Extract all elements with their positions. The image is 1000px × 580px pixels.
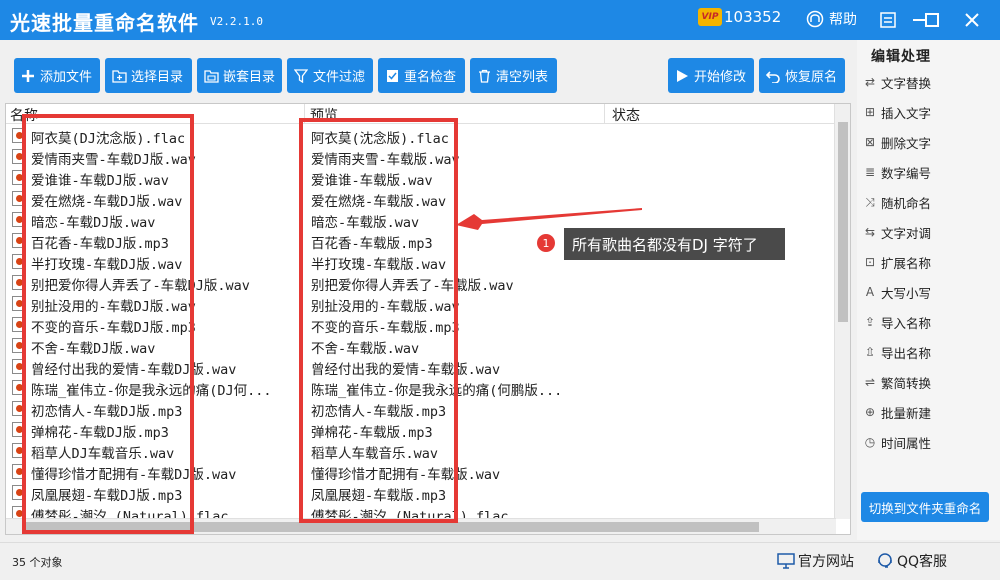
start-label: 开始修改 xyxy=(694,70,747,85)
export-icon: ⇫ xyxy=(864,345,876,359)
rename-check-label: 重名检查 xyxy=(404,70,457,85)
callout: 所有歌曲名都没有DJ 字符了 xyxy=(564,228,785,260)
trash-icon xyxy=(476,68,492,84)
convert-icon: ⇌ xyxy=(864,375,876,389)
nested-folder-icon xyxy=(203,68,219,84)
file-check-icon xyxy=(384,68,400,84)
panel-item-label: 数字编号 xyxy=(881,165,932,181)
panel-item-label: 删除文字 xyxy=(881,135,932,151)
status-bar: 35 个对象 官方网站 QQ客服 xyxy=(0,542,1000,580)
filter-label: 文件过滤 xyxy=(313,70,366,85)
panel-item-label: 繁简转换 xyxy=(881,375,932,391)
plus-icon xyxy=(20,68,36,84)
qq-support-label: QQ客服 xyxy=(897,554,948,570)
vip-id: 103352 xyxy=(724,8,782,26)
vip-account[interactable]: VIP 103352 xyxy=(698,8,781,26)
panel-item[interactable]: ⤨ 随机命名 xyxy=(862,191,931,213)
panel-title: 编辑处理 xyxy=(871,49,931,65)
help-icon xyxy=(806,10,824,28)
highlight-box-names xyxy=(22,114,194,534)
clear-list-label: 清空列表 xyxy=(496,70,549,85)
callout-text: 所有歌曲名都没有DJ 字符了 xyxy=(572,235,758,254)
panel-item-label: 插入文字 xyxy=(881,105,932,121)
panel-item[interactable]: ⇆ 文字对调 xyxy=(862,221,931,243)
restore-label: 恢复原名 xyxy=(785,70,838,85)
panel-item[interactable]: A 大写小写 xyxy=(862,281,931,303)
panel-item-label: 文字替换 xyxy=(881,75,932,91)
vertical-scrollbar[interactable] xyxy=(834,104,850,519)
panel-item[interactable]: ⇌ 繁简转换 xyxy=(862,371,931,393)
scroll-thumb[interactable] xyxy=(838,122,848,322)
play-icon xyxy=(674,68,690,84)
help-label: 帮助 xyxy=(829,12,857,28)
rename-check-button[interactable]: 重名检查 xyxy=(378,58,465,93)
monitor-icon xyxy=(777,552,795,570)
col-status-header[interactable]: 状态 xyxy=(612,105,640,125)
panel-item-label: 导入名称 xyxy=(881,315,932,331)
filter-icon xyxy=(293,68,309,84)
toolbar: 添加文件 选择目录 嵌套目录 文件过滤 重名检查 清空列表 开始修改 恢复原名 xyxy=(0,40,855,102)
official-site-label: 官方网站 xyxy=(798,554,854,570)
switch-folder-rename-button[interactable]: 切换到文件夹重命名 xyxy=(861,492,989,522)
menu-icon[interactable] xyxy=(876,8,900,32)
extension-icon: ⊡ xyxy=(864,255,876,269)
official-site-link[interactable]: 官方网站 xyxy=(777,551,854,571)
filter-button[interactable]: 文件过滤 xyxy=(287,58,373,93)
maximize-icon[interactable] xyxy=(920,8,944,32)
object-count: 35 个对象 xyxy=(12,556,63,569)
app-title: 光速批量重命名软件 xyxy=(10,11,199,35)
panel-item[interactable]: ≣ 数字编号 xyxy=(862,161,931,183)
qq-support-link[interactable]: QQ客服 xyxy=(876,551,947,571)
close-icon[interactable] xyxy=(960,8,984,32)
panel-item[interactable]: ◷ 时间属性 xyxy=(862,431,931,453)
col-divider[interactable] xyxy=(604,104,605,124)
delete-icon: ⊠ xyxy=(864,135,876,149)
panel-item-label: 文字对调 xyxy=(881,225,932,241)
panel-item-label: 大写小写 xyxy=(881,285,932,301)
callout-number: 1 xyxy=(537,234,555,252)
shuffle-icon: ⤨ xyxy=(865,194,875,209)
panel-item[interactable]: ⊡ 扩展名称 xyxy=(862,251,931,273)
edit-panel: 编辑处理 ⇄ 文字替换 ⊞ 插入文字 ⊠ 删除文字 ≣ 数字编号 ⤨ 随机命名 ⇆ 文字对调 ⊡ 扩展名称… xyxy=(857,40,1000,540)
panel-item[interactable]: ⊠ 删除文字 xyxy=(862,131,931,153)
swap-icon: ⇆ xyxy=(864,225,876,239)
vip-icon: VIP xyxy=(698,8,722,26)
panel-item[interactable]: ⊞ 插入文字 xyxy=(862,101,931,123)
replace-icon: ⇄ xyxy=(864,75,876,89)
panel-item-label: 扩展名称 xyxy=(881,255,932,271)
import-icon: ⇪ xyxy=(864,315,876,329)
panel-item[interactable]: ⇪ 导入名称 xyxy=(862,311,931,333)
panel-item[interactable]: ⇫ 导出名称 xyxy=(862,341,931,363)
insert-icon: ⊞ xyxy=(864,105,876,119)
panel-item-label: 时间属性 xyxy=(881,435,932,451)
support-icon xyxy=(876,552,894,570)
select-dir-label: 选择目录 xyxy=(131,70,184,85)
add-file-button[interactable]: 添加文件 xyxy=(14,58,100,93)
title-bar: 光速批量重命名软件 V2.2.1.0 VIP 103352 帮助 xyxy=(0,0,1000,40)
help-button[interactable]: 帮助 xyxy=(806,9,857,29)
clear-list-button[interactable]: 清空列表 xyxy=(470,58,557,93)
panel-item-label: 批量新建 xyxy=(881,405,932,421)
undo-icon xyxy=(765,68,781,84)
panel-item-label: 导出名称 xyxy=(881,345,932,361)
panel-item[interactable]: ⇄ 文字替换 xyxy=(862,71,931,93)
case-icon: A xyxy=(865,285,875,299)
add-file-label: 添加文件 xyxy=(40,70,93,85)
number-icon: ≣ xyxy=(864,165,876,179)
batch-new-icon: ⊕ xyxy=(864,405,876,419)
folder-add-icon xyxy=(111,68,127,84)
highlight-box-preview xyxy=(299,118,458,523)
restore-button[interactable]: 恢复原名 xyxy=(759,58,845,93)
panel-item[interactable]: ⊕ 批量新建 xyxy=(862,401,931,423)
start-button[interactable]: 开始修改 xyxy=(668,58,754,93)
nested-dir-button[interactable]: 嵌套目录 xyxy=(197,58,282,93)
app-version: V2.2.1.0 xyxy=(210,15,263,28)
select-dir-button[interactable]: 选择目录 xyxy=(105,58,192,93)
nested-dir-label: 嵌套目录 xyxy=(223,70,276,85)
clock-icon: ◷ xyxy=(864,435,876,449)
panel-item-label: 随机命名 xyxy=(881,195,932,211)
